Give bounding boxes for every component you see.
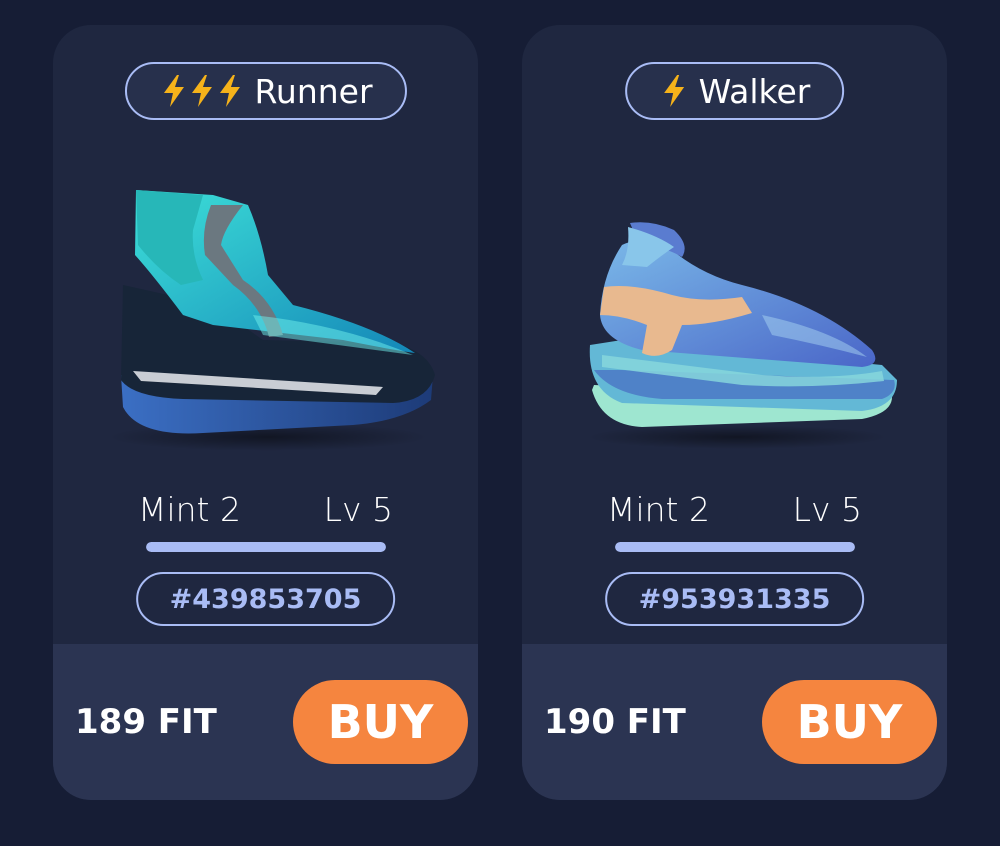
energy-bolts bbox=[661, 74, 689, 108]
energy-bolts bbox=[160, 74, 244, 108]
lightning-bolt-icon bbox=[163, 75, 184, 107]
sneaker-teal-image bbox=[108, 190, 435, 451]
sneaker-blue-image bbox=[587, 222, 897, 449]
type-badge: Walker bbox=[624, 62, 845, 120]
shoe-stats: Mint 2 Lv 5 bbox=[607, 490, 862, 529]
sneaker-card-walker[interactable]: Walker Mint 2 Lv 5 #953931335 190 FIT BU… bbox=[522, 25, 947, 800]
type-label: Walker bbox=[698, 71, 811, 111]
token-id-badge: #953931335 bbox=[604, 572, 865, 626]
lightning-bolt-icon bbox=[191, 75, 212, 107]
price-label: 189 FIT bbox=[75, 702, 217, 742]
mint-count: Mint 2 bbox=[607, 490, 710, 529]
type-label: Runner bbox=[254, 71, 373, 111]
mint-count: Mint 2 bbox=[138, 490, 241, 529]
level-label: Lv 5 bbox=[792, 490, 862, 529]
level-progress-bar bbox=[146, 542, 386, 552]
buy-button[interactable]: BUY bbox=[293, 680, 468, 764]
type-badge: Runner bbox=[124, 62, 407, 120]
card-footer: 190 FIT BUY bbox=[522, 644, 947, 800]
level-progress-bar bbox=[615, 542, 855, 552]
price-label: 190 FIT bbox=[544, 702, 686, 742]
lightning-bolt-icon bbox=[663, 75, 684, 107]
shoe-stats: Mint 2 Lv 5 bbox=[138, 490, 393, 529]
card-footer: 189 FIT BUY bbox=[53, 644, 478, 800]
level-progress-fill bbox=[146, 542, 386, 552]
sneaker-card-runner[interactable]: Runner Mint 2 Lv 5 #439853705 189 FIT BU… bbox=[53, 25, 478, 800]
buy-button[interactable]: BUY bbox=[762, 680, 937, 764]
level-label: Lv 5 bbox=[323, 490, 393, 529]
level-progress-fill bbox=[615, 542, 855, 552]
token-id-badge: #439853705 bbox=[135, 572, 396, 626]
lightning-bolt-icon bbox=[219, 75, 240, 107]
